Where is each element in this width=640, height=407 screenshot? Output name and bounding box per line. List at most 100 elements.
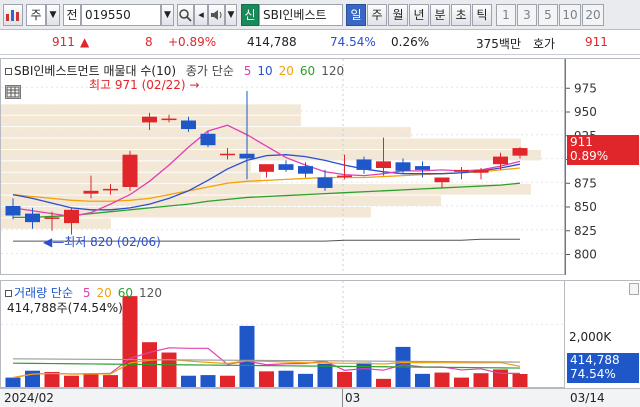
volume-bar [200, 375, 216, 387]
volume-bar [83, 373, 99, 387]
period-tab-3[interactable]: 년 [409, 4, 429, 26]
volume-ma-legend-2[interactable]: 60 [118, 286, 133, 300]
volume-chart-pane[interactable]: 거래량 단순 5 20 60 120 414,788주(74.54%) [0, 280, 565, 388]
volume-profile-band [1, 195, 441, 206]
period-tab-5[interactable]: 초 [451, 4, 471, 26]
volume-bar [64, 375, 79, 387]
candle-body [83, 190, 99, 194]
ma-legend-2[interactable]: 20 [279, 64, 294, 78]
volume-profile-band [1, 138, 521, 149]
ma-legend-3[interactable]: 60 [300, 64, 315, 78]
speaker-icon[interactable] [208, 4, 225, 26]
search-icon[interactable] [177, 4, 194, 26]
candle-body [454, 169, 469, 172]
candle [298, 162, 313, 178]
volume-bar [473, 373, 489, 387]
volume-profile-band [1, 184, 531, 195]
volume-bar [5, 377, 21, 387]
volume-axis: 2,000K 414,788 74.54% [565, 280, 640, 388]
stock-code-input[interactable]: 019550 [81, 4, 161, 26]
candle-body [512, 148, 528, 156]
volume-bar [278, 370, 294, 387]
interval-button-0[interactable]: 1 [496, 4, 516, 26]
date-axis: 2024/02 03 03/14 [0, 388, 640, 407]
volume-bar [181, 375, 196, 387]
sound-dropdown-arrow-icon[interactable]: ▼ [225, 4, 237, 26]
price-change-pct: +0.89% [168, 35, 217, 49]
volume-bar [376, 378, 391, 387]
low-price-annotation: ◀—최저 820 (02/06) [43, 235, 161, 249]
volume-bar [512, 373, 528, 387]
market-dropdown-arrow-icon[interactable]: ▼ [46, 4, 60, 26]
legend-box-icon [5, 68, 12, 75]
volume-ma-legend-3[interactable]: 120 [139, 286, 162, 300]
grid-toggle-icon[interactable] [5, 85, 21, 99]
volume-bar [434, 372, 450, 387]
candle [259, 164, 274, 178]
quote-label: 호가 [533, 37, 556, 51]
volume-legend-prefix: 거래량 단순 [14, 286, 74, 300]
current-price-tag: 911 0.89% [567, 135, 639, 165]
price-summary-bar: 911 ▲ 8 +0.89% 414,788 74.54% 0.26% 375백… [0, 30, 640, 55]
ma-legend-0[interactable]: 5 [244, 64, 252, 78]
candle-body [5, 206, 21, 216]
volume-ma-legend-0[interactable]: 5 [83, 286, 91, 300]
price-axis-label: 875 [574, 176, 597, 190]
ma-legend-1[interactable]: 10 [257, 64, 272, 78]
price-change: 8 [145, 35, 153, 49]
candle-body [181, 120, 196, 130]
candle [278, 160, 294, 172]
volume-bar [454, 377, 469, 387]
toolbar: 주 ▼ 전 019550 ▼ ◂ ▼ 신 SBI인베스트 일주월년분초틱 135… [0, 0, 640, 30]
volume-bar [220, 375, 235, 387]
axis-scroll-handle[interactable] [629, 283, 639, 295]
price-chart-pane[interactable]: SBI인베스트먼트 매물대 수(10) 종가 단순 5 10 20 60 120 최고 … [0, 58, 565, 275]
volume-ma-legend-1[interactable]: 20 [96, 286, 111, 300]
legend-box-icon [5, 290, 12, 297]
volume-ma60-line [12, 362, 521, 369]
candle-body [337, 175, 352, 178]
code-dropdown-arrow-icon[interactable]: ▼ [161, 4, 174, 26]
price-axis: 975950925900875850825800 911 0.89% [565, 58, 640, 275]
period-tab-2[interactable]: 월 [388, 4, 408, 26]
date-start: 2024/02 [4, 391, 54, 405]
volume-bar [122, 296, 138, 387]
candle [122, 150, 138, 191]
period-tab-0[interactable]: 일 [346, 4, 366, 26]
period-tab-1[interactable]: 주 [367, 4, 387, 26]
quote-price: 911 [585, 35, 608, 49]
candle-body [259, 164, 274, 172]
date-month-marker: 03 [345, 391, 361, 405]
period-type-select[interactable]: 전 [63, 4, 81, 26]
candle-body [298, 166, 313, 174]
prev-stock-icon[interactable]: ◂ [194, 4, 208, 26]
candle-body [200, 133, 216, 146]
volume-profile-band [1, 104, 301, 115]
chart-type-icon[interactable] [3, 4, 23, 26]
volume-bar [161, 352, 177, 387]
interval-button-1[interactable]: 3 [517, 4, 537, 26]
interval-button-4[interactable]: 20 [582, 4, 604, 26]
period-tab-6[interactable]: 틱 [472, 4, 492, 26]
candle-body [493, 156, 508, 165]
interval-button-2[interactable]: 5 [538, 4, 558, 26]
volume-bar [259, 371, 274, 387]
candle-body [122, 154, 138, 187]
candle-body [64, 209, 79, 224]
candle-body [317, 177, 333, 188]
left-arrow-icon: ◀— [43, 235, 65, 249]
candle-body [376, 161, 391, 168]
market-select[interactable]: 주 [26, 4, 46, 26]
volume-value: 414,788 [247, 35, 297, 49]
price-axis-label: 825 [574, 224, 597, 238]
up-arrow-icon: ▲ [80, 35, 90, 49]
right-arrow-icon: → [189, 78, 200, 92]
candle-body [220, 153, 235, 156]
volume-axis-tick: 2,000K [569, 330, 612, 344]
period-tab-4[interactable]: 분 [430, 4, 450, 26]
ma-legend-4[interactable]: 120 [321, 64, 344, 78]
candle-body [395, 162, 411, 171]
interval-button-3[interactable]: 10 [559, 4, 581, 26]
stock-name-field: SBI인베스트 [259, 4, 343, 26]
date-end: 03/14 [570, 391, 605, 405]
